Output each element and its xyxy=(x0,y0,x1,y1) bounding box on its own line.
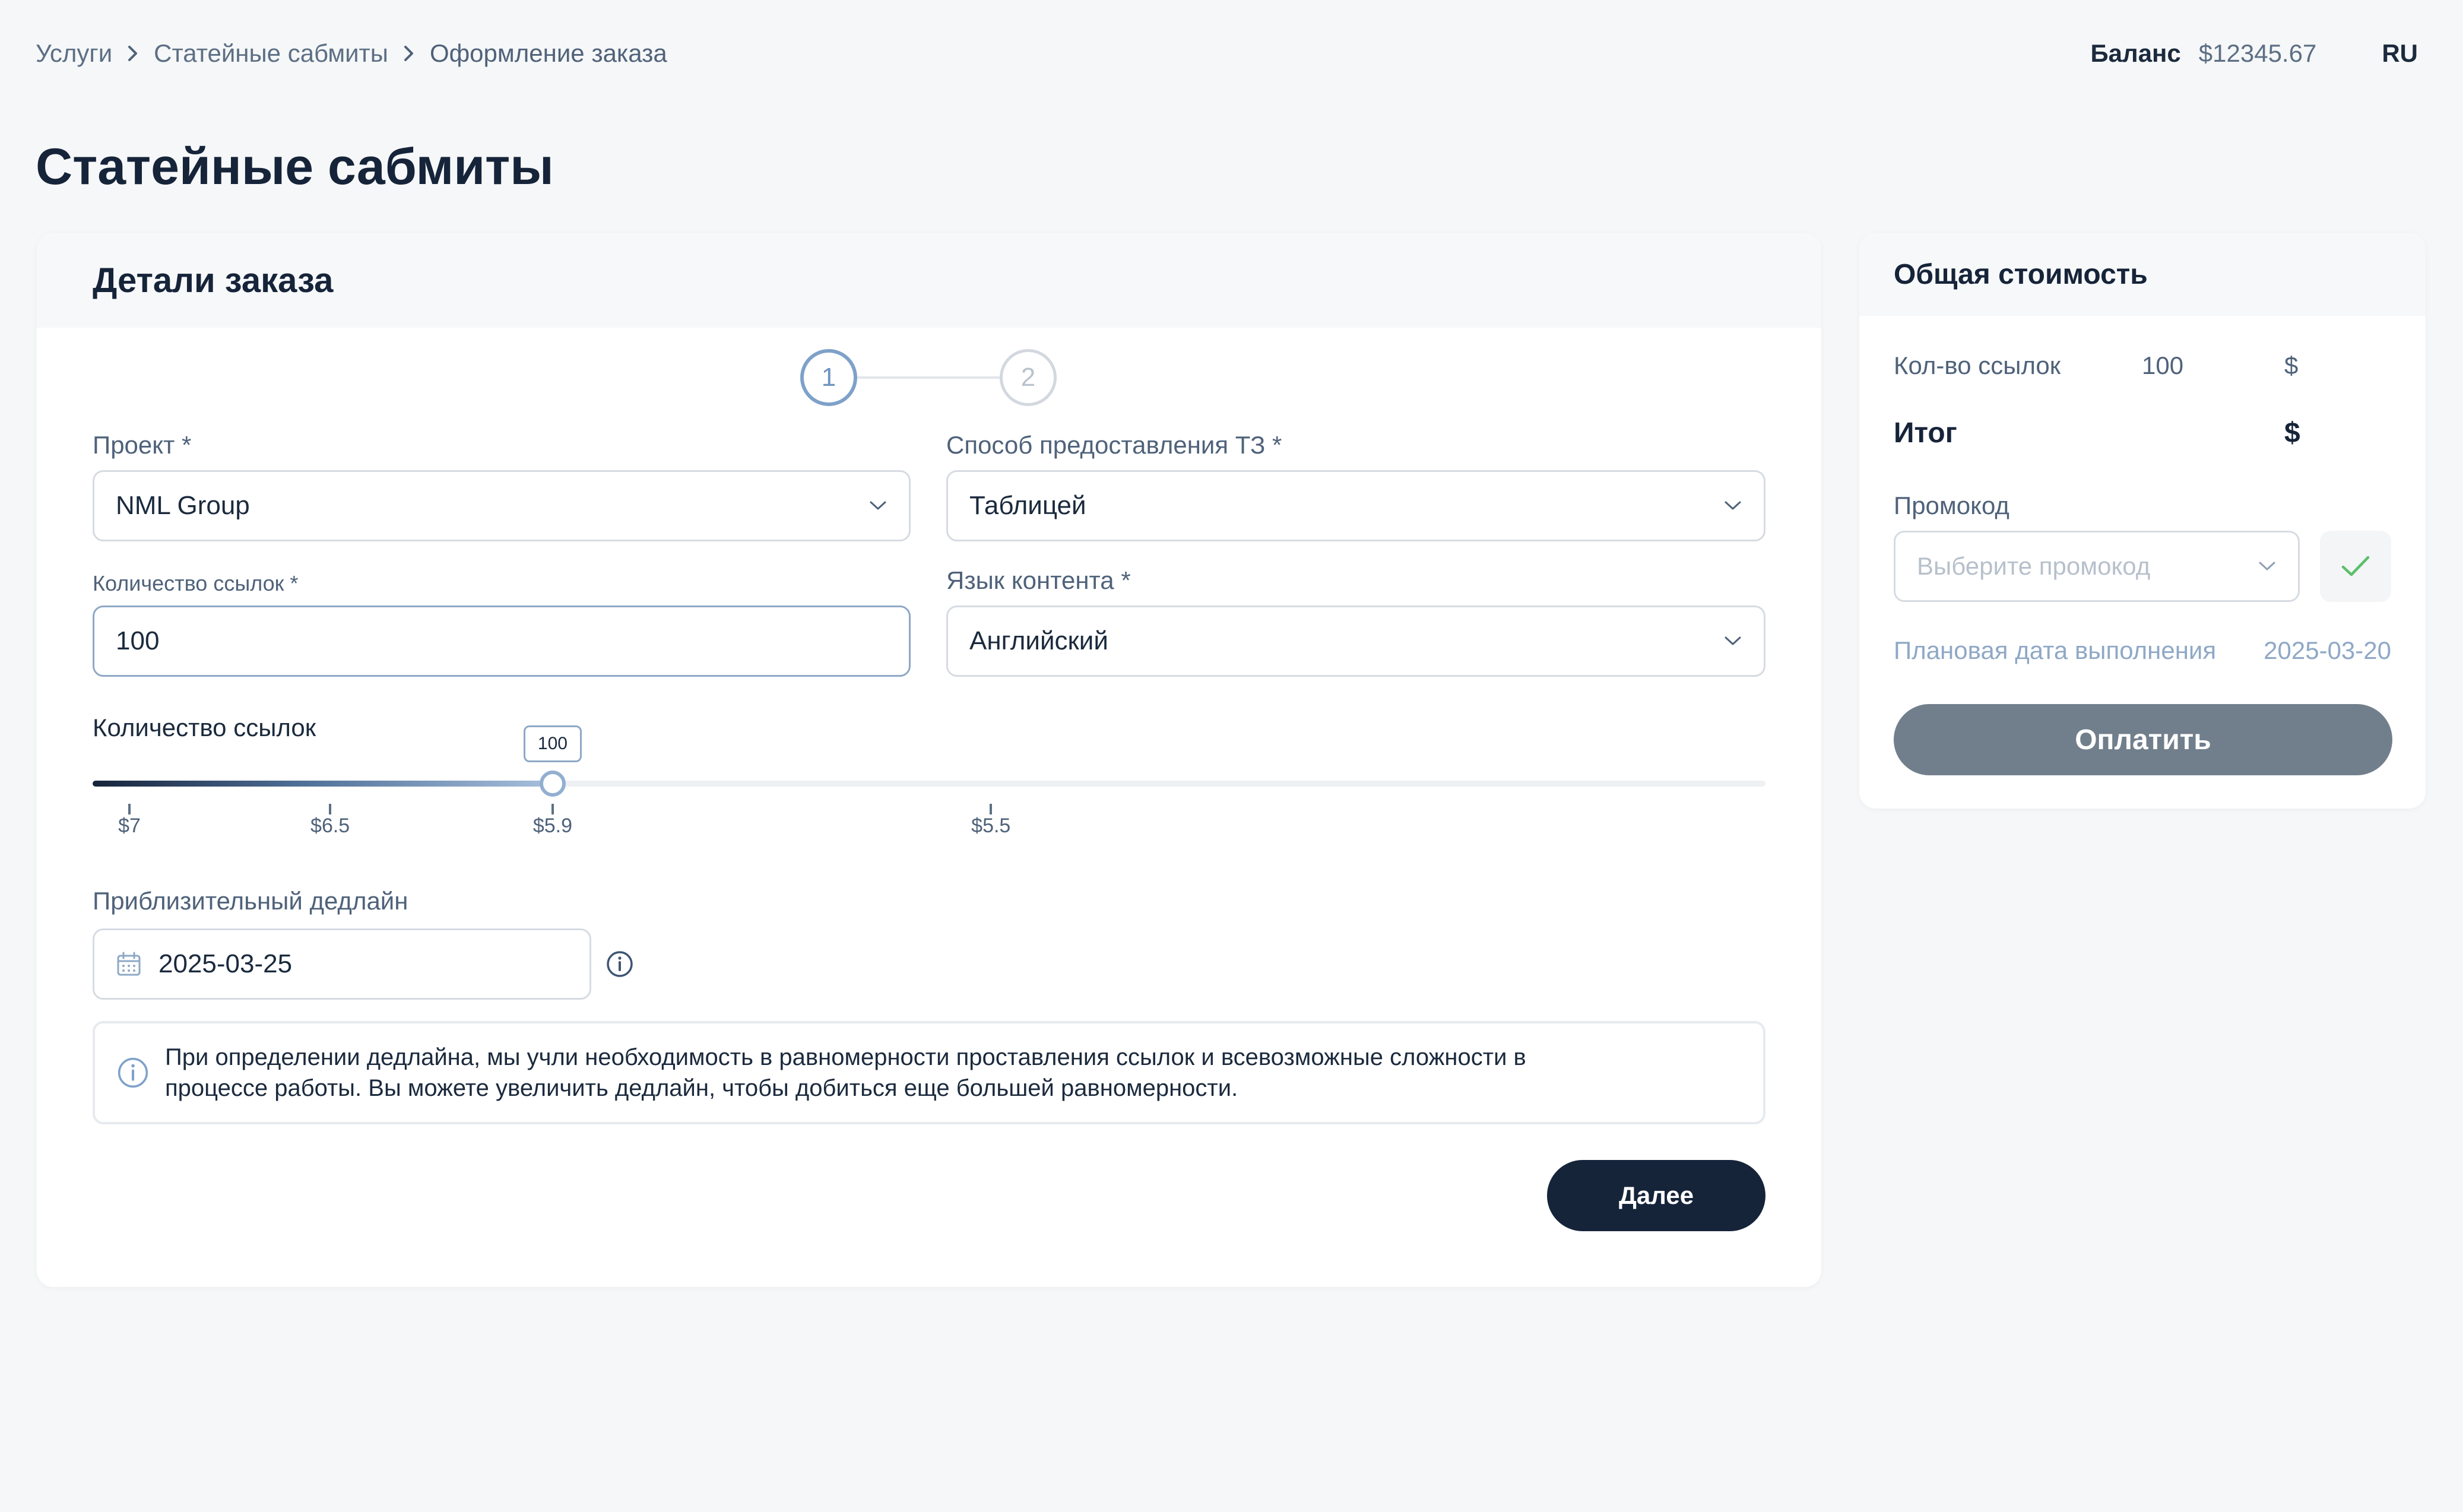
slider-value-bubble: 100 xyxy=(523,725,582,762)
slider-tick xyxy=(329,804,332,814)
links-slider[interactable]: 100 $7 $6.5 $5.9 $5.5 xyxy=(93,725,1765,837)
slider-fill xyxy=(93,781,553,787)
balance-label: Баланс xyxy=(2090,39,2181,67)
next-button[interactable]: Далее xyxy=(1547,1160,1765,1231)
promo-select[interactable]: Выберите промокод xyxy=(1894,531,2300,602)
total-cost-title: Общая стоимость xyxy=(1859,233,2426,316)
chevron-right-icon xyxy=(388,45,430,62)
links-count-input[interactable]: 100 xyxy=(93,606,911,677)
chevron-right-icon xyxy=(112,45,154,62)
links-count-summary-currency: $ xyxy=(2284,351,2299,379)
slider-tick-label: $6.5 xyxy=(310,814,350,837)
header-balance: Баланс $12345.67 RU xyxy=(2090,37,2418,70)
slider-tick xyxy=(551,804,554,814)
info-icon xyxy=(116,1056,150,1089)
content-language-select[interactable]: Английский xyxy=(946,606,1765,677)
project-value: NML Group xyxy=(116,491,250,520)
total-label: Итог xyxy=(1894,417,1957,449)
deadline-notice: При определении дедлайна, мы учли необхо… xyxy=(93,1021,1765,1124)
order-details-title: Детали заказа xyxy=(37,233,1821,328)
language-switcher[interactable]: RU xyxy=(2382,39,2418,68)
content-language-value: Английский xyxy=(969,626,1108,655)
project-select[interactable]: NML Group xyxy=(93,470,911,541)
deadline-value: 2025-03-25 xyxy=(159,949,293,978)
tz-method-label: Способ предоставления ТЗ * xyxy=(946,431,1282,459)
links-count-label: Количество ссылок * xyxy=(93,571,299,595)
slider-tick-label: $5.9 xyxy=(532,814,573,837)
deadline-label: Приблизительный дедлайн xyxy=(93,887,408,915)
balance-value: $12345.67 xyxy=(2198,39,2317,67)
links-count-summary-value: 100 xyxy=(2142,351,2184,379)
breadcrumb-item-article-submits[interactable]: Статейные сабмиты xyxy=(154,39,388,68)
deadline-input[interactable]: 2025-03-25 xyxy=(93,928,591,1000)
chevron-down-icon xyxy=(2258,560,2277,572)
step-2[interactable]: 2 xyxy=(1000,349,1057,406)
chevron-down-icon xyxy=(1723,500,1742,512)
content-language-label: Язык контента * xyxy=(946,566,1131,594)
planned-date-value: 2025-03-20 xyxy=(2264,636,2391,664)
planned-date-label: Плановая дата выполнения xyxy=(1894,636,2217,664)
promo-label: Промокод xyxy=(1894,492,2009,519)
links-count-summary-label: Кол-во ссылок xyxy=(1894,351,2061,379)
slider-thumb[interactable] xyxy=(539,771,566,797)
info-icon[interactable] xyxy=(606,950,634,981)
project-label: Проект * xyxy=(93,431,192,459)
breadcrumb-item-services[interactable]: Услуги xyxy=(36,39,112,68)
page-title: Статейные сабмиты xyxy=(36,138,554,195)
slider-tick-label: $7 xyxy=(118,814,141,837)
breadcrumb-item-checkout: Оформление заказа xyxy=(429,39,667,67)
notice-text: При определении дедлайна, мы учли необхо… xyxy=(165,1042,1526,1104)
tz-method-value: Таблицей xyxy=(969,491,1086,520)
notice-line-2: процессе работы. Вы можете увеличить дед… xyxy=(165,1075,1238,1101)
breadcrumb: Услуги Статейные сабмиты Оформление зака… xyxy=(36,37,667,70)
check-icon xyxy=(2340,554,2371,578)
tz-method-select[interactable]: Таблицей xyxy=(946,470,1765,541)
chevron-down-icon xyxy=(868,500,887,512)
links-count-value: 100 xyxy=(116,626,160,655)
total-currency: $ xyxy=(2284,417,2300,449)
apply-promo-button[interactable] xyxy=(2320,531,2391,602)
slider-tick-label: $5.5 xyxy=(971,814,1011,837)
step-1[interactable]: 1 xyxy=(800,349,857,406)
chevron-down-icon xyxy=(1723,635,1742,647)
slider-tick xyxy=(128,804,131,814)
total-cost-card: Общая стоимость Кол-во ссылок 100 $ Итог… xyxy=(1859,233,2426,809)
slider-tick xyxy=(990,804,993,814)
order-details-card: Детали заказа 1 2 Проект * NML Group Спо… xyxy=(37,233,1821,1287)
promo-placeholder: Выберите промокод xyxy=(1917,552,2151,580)
calendar-icon xyxy=(116,951,142,977)
pay-button[interactable]: Оплатить xyxy=(1894,704,2392,775)
notice-line-1: При определении дедлайна, мы учли необхо… xyxy=(165,1044,1526,1070)
